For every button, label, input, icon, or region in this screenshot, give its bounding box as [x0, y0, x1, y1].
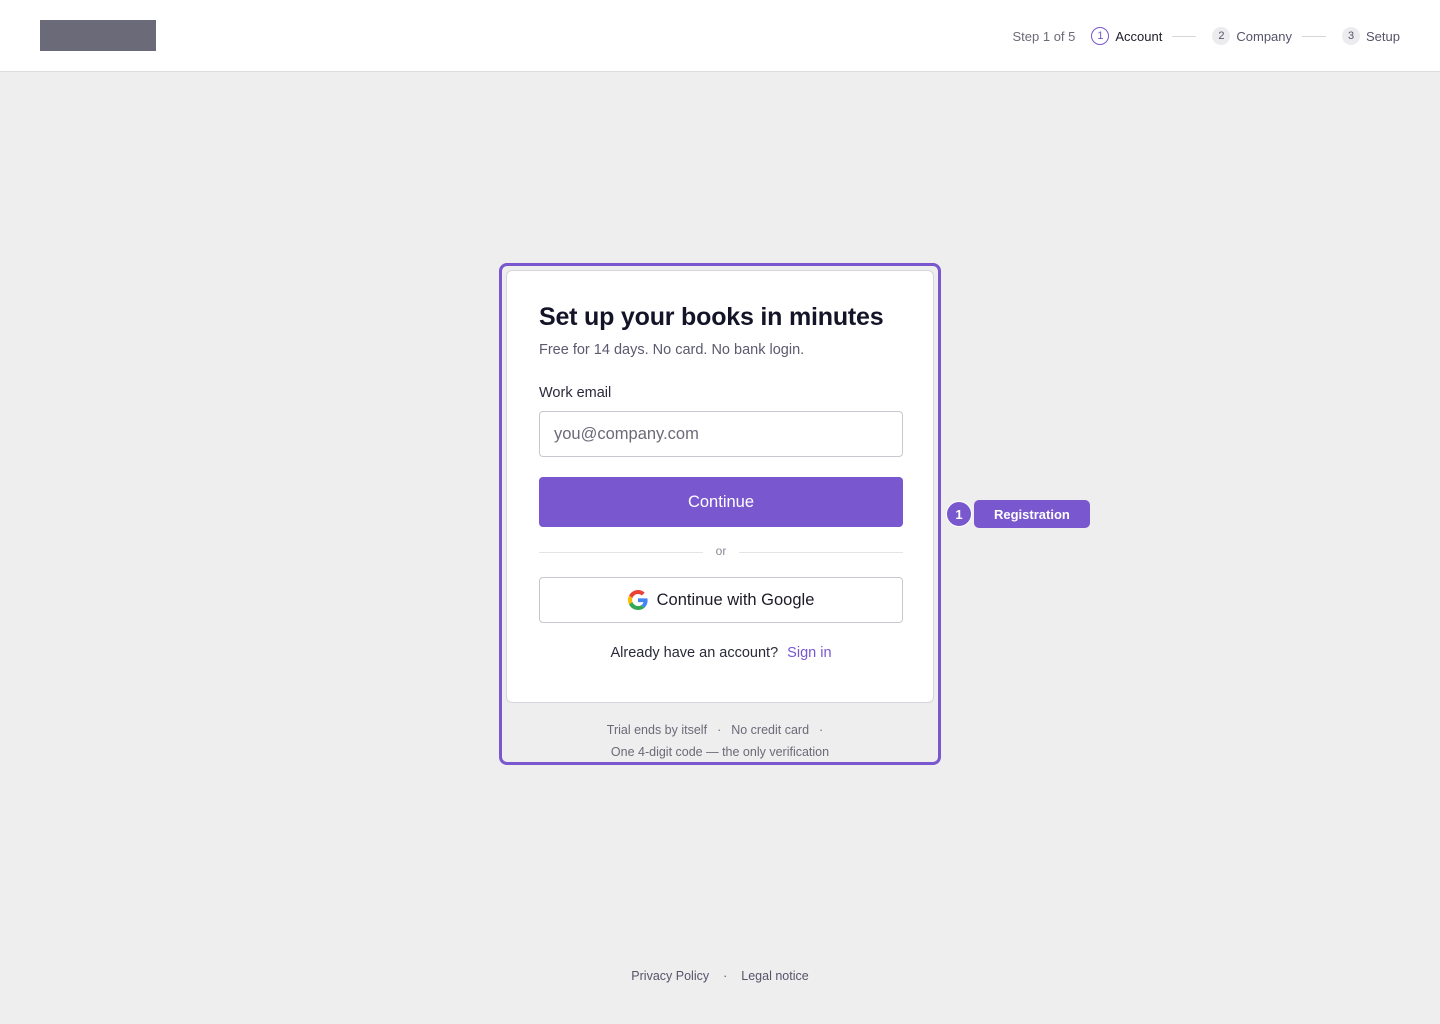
step-connector [1172, 35, 1197, 37]
signin-link[interactable]: Sign in [787, 645, 831, 661]
divider-line [739, 552, 903, 553]
signup-card: Set up your books in minutes Free for 14… [506, 270, 934, 703]
google-signin-button[interactable]: Continue with Google [539, 577, 903, 623]
email-input[interactable] [539, 411, 903, 457]
step-label: Company [1236, 28, 1293, 44]
or-divider: or [539, 544, 903, 560]
legal-notice-link[interactable]: Legal notice [741, 969, 808, 983]
privacy-policy-link[interactable]: Privacy Policy [631, 969, 709, 983]
trial-note: No credit card [731, 723, 810, 737]
google-button-label: Continue with Google [656, 590, 815, 609]
progress-stepper: Step 1 of 5 1 Account 2 Company 3 Setup [1012, 0, 1400, 72]
trial-note: One 4-digit code — the only verification [610, 745, 830, 759]
step-account: 1 Account [1091, 27, 1162, 45]
page-subtitle: Free for 14 days. No card. No bank login… [539, 342, 805, 358]
step-number: 3 [1342, 27, 1361, 45]
step-number: 2 [1212, 27, 1231, 45]
email-label: Work email [539, 385, 612, 401]
signin-prompt: Already have an account? [610, 645, 779, 661]
signin-row: Already have an account? Sign in [507, 645, 935, 661]
callout-label: Registration [974, 500, 1090, 528]
step-count: Step 1 of 5 [1012, 28, 1076, 44]
divider-text: or [715, 544, 727, 558]
trial-notes: Trial ends by itself · No credit card · One… [502, 719, 938, 763]
page-title: Set up your books in minutes [539, 303, 884, 331]
separator-dot: · [723, 969, 728, 983]
logo[interactable] [40, 20, 156, 51]
separator-dot: · [819, 723, 824, 737]
callout-number-badge: 1 [946, 501, 972, 527]
registration-callout: 1 Registration [946, 500, 1090, 528]
trial-note: Trial ends by itself [606, 723, 708, 737]
registration-highlight-frame: Set up your books in minutes Free for 14… [499, 263, 941, 765]
step-number: 1 [1091, 27, 1110, 45]
step-label: Account [1115, 28, 1163, 44]
continue-button[interactable]: Continue [539, 477, 903, 527]
step-setup: 3 Setup [1342, 27, 1400, 45]
separator-dot: · [717, 723, 722, 737]
top-bar: Step 1 of 5 1 Account 2 Company 3 Setup [0, 0, 1440, 72]
step-connector [1302, 35, 1327, 37]
google-g-icon [627, 590, 648, 610]
footer: Privacy Policy · Legal notice [0, 969, 1440, 983]
step-label: Setup [1366, 28, 1400, 44]
step-company: 2 Company [1212, 27, 1292, 45]
